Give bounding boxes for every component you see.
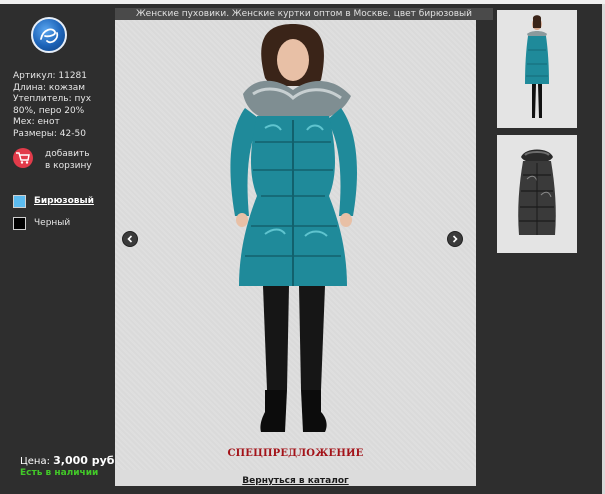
thumbnail-turquoise-image [525, 15, 549, 118]
price-value: 3,000 руб. [53, 454, 119, 467]
thumbnail-turquoise[interactable] [497, 10, 577, 128]
stock-status: Есть в наличии [20, 468, 99, 478]
back-bar: Вернуться в каталог [115, 470, 476, 486]
window-top-strip [0, 0, 605, 4]
image-caption: Женские пуховики. Женские куртки оптом в… [115, 8, 493, 20]
arrow-left-icon [127, 235, 133, 243]
detail-insulation: Утеплитель: пух 80%, перо 20% [13, 94, 92, 116]
detail-article: Артикул: 11281 [13, 71, 87, 81]
add-to-cart-button[interactable]: добавить в корзину [13, 148, 103, 188]
logo-icon[interactable] [31, 17, 67, 53]
color-label-black[interactable]: Черный [34, 218, 70, 228]
detail-fur: Мех: енот [13, 117, 60, 127]
cart-icon [13, 148, 33, 168]
product-details: Артикул: 11281 Длина: кожзам Утеплитель:… [13, 71, 101, 140]
prev-image-button[interactable] [122, 231, 138, 247]
next-image-button[interactable] [447, 231, 463, 247]
color-swatch-black[interactable] [13, 217, 26, 230]
back-to-catalog-link[interactable]: Вернуться в каталог [242, 476, 348, 486]
detail-length: Длина: кожзам [13, 82, 86, 93]
model-photo [230, 24, 357, 432]
thumbnail-black-image [518, 149, 556, 235]
color-swatch-turquoise[interactable] [13, 195, 26, 208]
main-product-image: СПЕЦПРЕДЛОЖЕНИЕ [115, 20, 476, 470]
detail-sizes: Размеры: 42-50 [13, 128, 86, 139]
thumbnail-black[interactable] [497, 135, 577, 253]
add-to-cart-label: добавить в корзину [45, 149, 92, 171]
special-offer-label: СПЕЦПРЕДЛОЖЕНИЕ [227, 448, 364, 459]
arrow-right-icon [452, 235, 458, 243]
price-label: Цена: [20, 456, 50, 467]
price: Цена: 3,000 руб. [20, 454, 119, 467]
color-label-turquoise[interactable]: Бирюзовый [34, 196, 94, 206]
